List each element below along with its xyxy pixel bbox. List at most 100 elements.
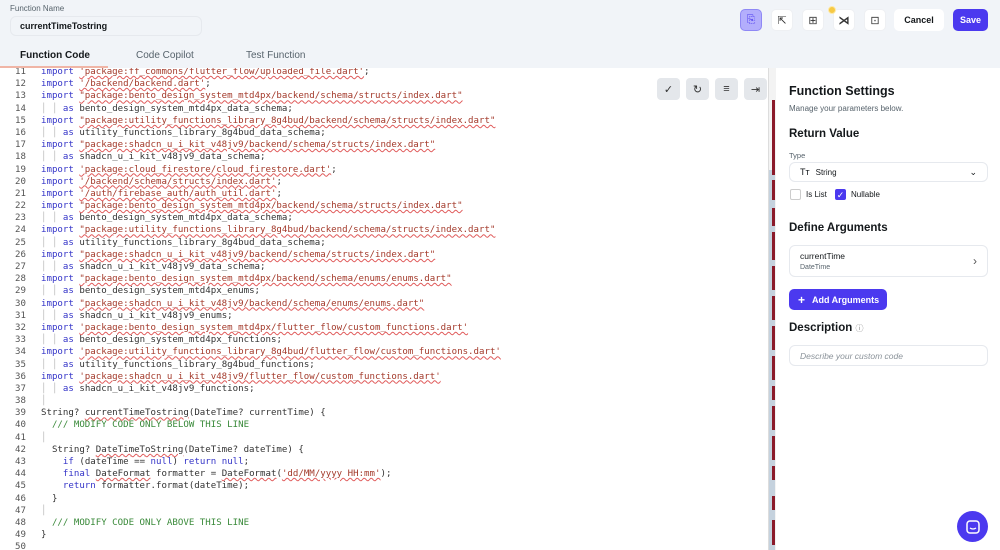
code-token: utility_functions_library_8g4bud_functio… (79, 359, 315, 370)
code-token: │ │ (41, 310, 63, 321)
return-value-heading: Return Value (789, 128, 860, 140)
line-code: import "package:bento_design_system_mtd4… (26, 273, 452, 285)
feedback-button[interactable]: ⊡ (864, 9, 886, 31)
is-list-label: Is List (806, 190, 827, 199)
line-code: import 'package:shadcn_u_i_kit_v48jv9/fl… (26, 371, 441, 383)
indent-button[interactable]: ⇥ (744, 78, 767, 100)
code-line: 50 (0, 541, 501, 550)
code-token: '/backend/backend.dart' (79, 79, 206, 90)
line-code: import '/backend/schema/structs/index.da… (26, 176, 282, 188)
code-token: import (41, 249, 80, 260)
nullable-checkbox[interactable]: ✓ (835, 189, 846, 200)
code-token: /// MODIFY CODE ONLY BELOW THIS LINE (41, 420, 250, 431)
chat-support-button[interactable] (957, 511, 988, 542)
code-line: 33 │ │ as bento_design_system_mtd4px_func… (0, 334, 501, 346)
code-line: 27 │ │ as shadcn_u_i_kit_v48jv9_data_sche… (0, 261, 501, 273)
line-number: 20 (15, 176, 26, 187)
function-name-input[interactable]: currentTimeTostring (10, 16, 202, 36)
check-button[interactable]: ✓ (657, 78, 680, 100)
code-token: import (41, 164, 80, 175)
code-token: utility_functions_library_8g4bud_data_sc… (79, 127, 326, 138)
line-number: 11 (15, 68, 26, 77)
code-token: DateFormat (221, 469, 277, 480)
code-token: bento_design_system_mtd4px_data_schema; (79, 213, 293, 224)
line-number: 28 (15, 274, 26, 285)
line-number: 42 (15, 444, 26, 455)
tab-function-code[interactable]: Function Code (20, 50, 90, 61)
line-code: final DateFormat formatter = DateFormat(… (26, 468, 392, 480)
is-list-checkbox[interactable] (790, 189, 801, 200)
code-token: ; (205, 79, 211, 90)
line-code: │ │ as shadcn_u_i_kit_v48jv9_data_schema… (26, 261, 266, 273)
code-token: │ │ (41, 383, 63, 394)
code-token: import (41, 176, 80, 187)
reset-button[interactable]: ↻ (686, 78, 709, 100)
add-arguments-button[interactable]: + Add Arguments (789, 289, 887, 310)
error-marker (772, 266, 775, 290)
code-token: import (41, 371, 80, 382)
code-line: 36 import 'package:shadcn_u_i_kit_v48jv9/… (0, 371, 501, 383)
line-code: import "package:shadcn_u_i_kit_v48jv9/ba… (26, 298, 424, 310)
code-token: null (150, 457, 173, 467)
line-code: │ │ as bento_design_system_mtd4px_data_s… (26, 212, 293, 224)
code-token: "package:bento_design_system_mtd4px/back… (79, 91, 463, 102)
code-token: import (41, 68, 80, 77)
line-code: │ │ as bento_design_system_mtd4px_data_s… (26, 103, 293, 115)
code-line: 47 │ (0, 505, 501, 517)
open-external-button[interactable]: ⇱ (771, 9, 793, 31)
code-line: 15 import "package:utility_functions_libr… (0, 115, 501, 127)
code-token: "package:utility_functions_library_8g4bu… (79, 115, 496, 126)
code-line: 45 return formatter.format(dateTime); (0, 480, 501, 492)
line-code: │ │ as bento_design_system_mtd4px_enums; (26, 285, 260, 297)
line-code: │ │ as shadcn_u_i_kit_v48jv9_data_schema… (26, 151, 266, 163)
code-token: as (62, 383, 80, 394)
type-select[interactable]: Tт String ⌄ (789, 162, 988, 182)
code-token: (DateTime? dateTime) { (183, 444, 304, 455)
line-number: 27 (15, 262, 26, 272)
format-button[interactable]: ≡ (715, 78, 738, 100)
code-token: │ │ (41, 213, 63, 224)
code-line: 39 String? currentTimeTostring(DateTime? … (0, 407, 501, 419)
tab-code-copilot[interactable]: Code Copilot (136, 50, 194, 61)
line-code: String? DateTimeToString(DateTime? dateT… (26, 444, 304, 456)
line-number: 29 (15, 286, 26, 297)
line-number: 26 (15, 249, 26, 260)
code-token: String? (41, 408, 85, 419)
code-token: │ (41, 432, 47, 443)
vscode-button[interactable]: ⋊ (833, 9, 855, 31)
code-line: 28 import "package:bento_design_system_mt… (0, 273, 501, 285)
code-line: 23 │ │ as bento_design_system_mtd4px_data… (0, 212, 501, 224)
code-line: 25 │ │ as utility_functions_library_8g4bu… (0, 237, 501, 249)
line-code: import 'package:bento_design_system_mtd4… (26, 322, 468, 334)
code-line: 17 import "package:shadcn_u_i_kit_v48jv9/… (0, 139, 501, 151)
info-icon[interactable]: ⓘ (855, 324, 863, 333)
cancel-button[interactable]: Cancel (894, 9, 944, 31)
line-number: 17 (15, 140, 26, 151)
vscode-icon: ⋊ (838, 14, 850, 27)
line-number: 36 (15, 371, 26, 382)
tab-test-function[interactable]: Test Function (246, 50, 305, 61)
line-number: 23 (15, 213, 26, 224)
argument-item[interactable]: currentTime DateTime › (789, 245, 988, 277)
code-token: │ │ (41, 103, 63, 114)
line-code: } (26, 493, 58, 505)
error-marker (772, 496, 775, 510)
code-token: bento_design_system_mtd4px_data_schema; (79, 103, 293, 114)
save-button[interactable]: Save (953, 9, 988, 31)
code-line: 11 import 'package:ff_commons/flutter_flo… (0, 68, 501, 78)
line-code: import "package:shadcn_u_i_kit_v48jv9/ba… (26, 139, 435, 151)
line-number: 16 (15, 127, 26, 138)
code-editor[interactable]: 11 import 'package:ff_commons/flutter_flo… (0, 68, 770, 550)
code-token: shadcn_u_i_kit_v48jv9_enums; (79, 310, 233, 321)
line-number: 50 (15, 542, 26, 550)
line-code: import "package:utility_functions_librar… (26, 224, 495, 236)
code-token: (dateTime == (79, 457, 151, 467)
code-line: 30 import "package:shadcn_u_i_kit_v48jv9/… (0, 298, 501, 310)
line-code: │ (26, 395, 46, 407)
grid-button[interactable]: ⊞ (802, 9, 824, 31)
code-token: /// MODIFY CODE ONLY ABOVE THIS LINE (41, 517, 250, 528)
copy-icon-button[interactable]: ⎘ (740, 9, 762, 31)
description-input[interactable]: Describe your custom code (789, 345, 988, 366)
